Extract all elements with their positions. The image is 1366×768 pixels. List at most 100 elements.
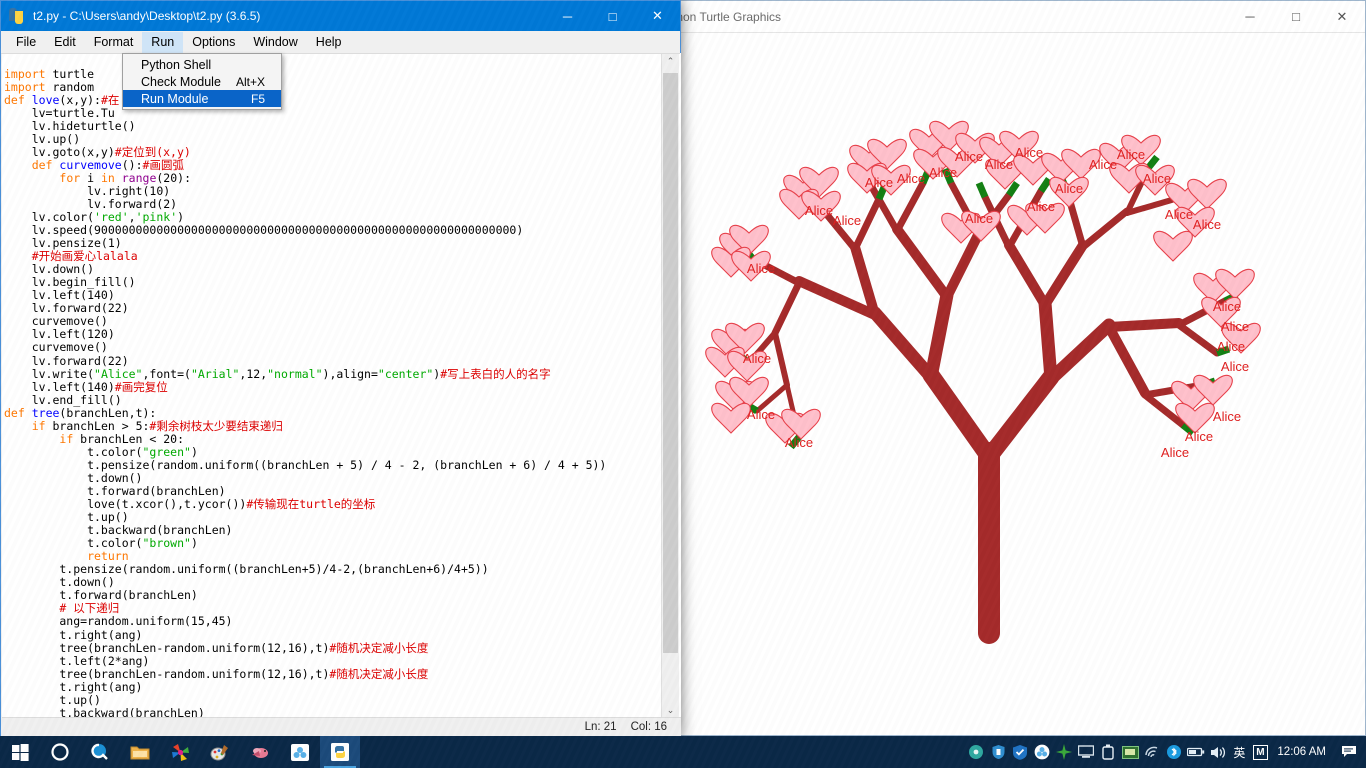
- turtle-window-title: thon Turtle Graphics: [673, 9, 782, 24]
- cloud-icon: [291, 743, 309, 761]
- taskbar-clock[interactable]: 12:06 AM: [1271, 746, 1336, 758]
- menu-window[interactable]: Window: [244, 32, 306, 53]
- idle-menubar: File Edit Format Run Options Window Help: [1, 31, 680, 54]
- idle-editor-window[interactable]: t2.py - C:\Users\andy\Desktop\t2.py (3.6…: [0, 0, 681, 738]
- desktop-gadget-meter: [1348, 222, 1364, 298]
- chip-icon: [1121, 745, 1139, 759]
- menu-help[interactable]: Help: [307, 32, 351, 53]
- alice-label: Alice: [785, 435, 813, 450]
- scroll-down-arrow[interactable]: ⌄: [662, 702, 679, 719]
- alice-label: Alice: [1015, 145, 1043, 160]
- idle-window-controls: ─ □ ✕: [545, 1, 680, 31]
- tray-cloud-icon[interactable]: [1031, 736, 1053, 768]
- turtle-drawing-canvas[interactable]: Alice Alice Alice Alice Alice Alice Alic…: [679, 33, 1365, 735]
- speaker-icon: [1210, 746, 1225, 758]
- taskbar-app-buttons: [0, 736, 360, 768]
- idle-minimize-button[interactable]: ─: [545, 1, 590, 31]
- menu-options[interactable]: Options: [183, 32, 244, 53]
- tray-battery-icon[interactable]: [1185, 736, 1207, 768]
- ime-language-indicator[interactable]: 英: [1229, 744, 1249, 761]
- tray-graphics-icon[interactable]: [1119, 736, 1141, 768]
- editor-vertical-scrollbar[interactable]: ⌃ ⌄: [661, 53, 679, 719]
- run-menu-check-module-accel: Alt+X: [235, 74, 265, 89]
- tray-media-icon[interactable]: [965, 736, 987, 768]
- taskbar-app-colors[interactable]: [160, 736, 200, 768]
- menu-file[interactable]: File: [7, 32, 45, 53]
- action-center-button[interactable]: [1336, 736, 1362, 768]
- folder-icon: [130, 746, 150, 759]
- ime-mode-box: M: [1252, 744, 1268, 760]
- menu-run[interactable]: Run: [142, 31, 184, 53]
- monitor-icon: [1078, 745, 1095, 758]
- source-code[interactable]: import turtle import random def love(x,y…: [2, 65, 662, 719]
- idle-close-button[interactable]: ✕: [635, 1, 680, 31]
- windows-logo-icon: [11, 743, 29, 761]
- taskbar-search[interactable]: [80, 736, 120, 768]
- scroll-up-arrow[interactable]: ⌃: [662, 53, 679, 70]
- alice-label: Alice: [1221, 319, 1249, 334]
- python-icon: [9, 8, 25, 24]
- alice-label: Alice: [1213, 299, 1241, 314]
- idle-maximize-button[interactable]: □: [590, 1, 635, 31]
- taskbar: 英 M 12:06 AM: [0, 736, 1366, 768]
- menu-format[interactable]: Format: [85, 32, 143, 53]
- taskbar-python-idle[interactable]: [320, 736, 360, 768]
- ime-mode-indicator[interactable]: M: [1249, 736, 1271, 768]
- run-menu-check-module-label: Check Module: [141, 74, 221, 89]
- status-line: Ln: 21: [584, 721, 617, 733]
- alice-label: Alice: [897, 171, 925, 186]
- notification-icon: [1342, 746, 1356, 757]
- run-menu-run-module-accel: F5: [250, 91, 265, 106]
- tray-wifi-icon[interactable]: [1141, 736, 1163, 768]
- paint-icon: [210, 744, 228, 760]
- idle-window-title: t2.py - C:\Users\andy\Desktop\t2.py (3.6…: [33, 9, 261, 23]
- desktop: thon Turtle Graphics ─ □ ✕ Alice Alice A…: [0, 0, 1366, 768]
- alice-label: Alice: [955, 149, 983, 164]
- menu-edit[interactable]: Edit: [45, 32, 85, 53]
- tray-security-icon[interactable]: [1009, 736, 1031, 768]
- taskbar-app-cloud[interactable]: [280, 736, 320, 768]
- pinwheel-icon: [171, 743, 189, 761]
- run-menu-run-module[interactable]: Run Module F5: [123, 90, 281, 107]
- alice-label: Alice: [1143, 171, 1171, 186]
- tray-network-green-icon[interactable]: [1053, 736, 1075, 768]
- wifi-icon: [1145, 746, 1158, 758]
- tray-display-icon[interactable]: [1075, 736, 1097, 768]
- turtle-window-controls: ─ □ ✕: [1227, 1, 1365, 32]
- idle-statusbar: Ln: 21 Col: 16: [2, 717, 681, 736]
- code-editor-area[interactable]: import turtle import random def love(x,y…: [2, 53, 681, 719]
- run-dropdown-menu[interactable]: Python Shell Check Module Alt+X Run Modu…: [122, 53, 282, 110]
- tray-bluetooth-icon[interactable]: [1163, 736, 1185, 768]
- taskbar-cortana[interactable]: [40, 736, 80, 768]
- turtle-close-button[interactable]: ✕: [1319, 1, 1365, 32]
- turtle-minimize-button[interactable]: ─: [1227, 1, 1273, 32]
- cortana-circle-icon: [51, 743, 69, 761]
- taskbar-file-explorer[interactable]: [120, 736, 160, 768]
- alice-label: Alice: [1221, 359, 1249, 374]
- taskbar-app-bird[interactable]: [240, 736, 280, 768]
- scrollbar-thumb[interactable]: [663, 73, 678, 653]
- turtle-maximize-button[interactable]: □: [1273, 1, 1319, 32]
- system-tray: 英 M 12:06 AM: [965, 736, 1366, 768]
- disc-icon: [969, 745, 984, 759]
- tray-antivirus-icon[interactable]: [987, 736, 1009, 768]
- alice-label: Alice: [833, 213, 861, 228]
- taskbar-start[interactable]: [0, 736, 40, 768]
- cloud-icon: [1034, 744, 1050, 760]
- run-menu-check-module[interactable]: Check Module Alt+X: [123, 73, 281, 90]
- alice-label: Alice: [1027, 199, 1055, 214]
- alice-label: Alice: [929, 165, 957, 180]
- run-menu-python-shell[interactable]: Python Shell: [123, 56, 281, 73]
- idle-titlebar[interactable]: t2.py - C:\Users\andy\Desktop\t2.py (3.6…: [1, 1, 680, 31]
- turtle-titlebar[interactable]: thon Turtle Graphics ─ □ ✕: [673, 1, 1365, 33]
- alice-label: Alice: [1165, 207, 1193, 222]
- tray-volume-icon[interactable]: [1207, 736, 1229, 768]
- compass-icon: [1056, 744, 1073, 760]
- alice-label: Alice: [747, 261, 775, 276]
- usb-icon: [1102, 744, 1115, 760]
- taskbar-app-paint[interactable]: [200, 736, 240, 768]
- turtle-graphics-window[interactable]: thon Turtle Graphics ─ □ ✕ Alice Alice A…: [673, 0, 1366, 736]
- alice-label: Alice: [747, 407, 775, 422]
- tray-usb-icon[interactable]: [1097, 736, 1119, 768]
- alice-label: Alice: [805, 203, 833, 218]
